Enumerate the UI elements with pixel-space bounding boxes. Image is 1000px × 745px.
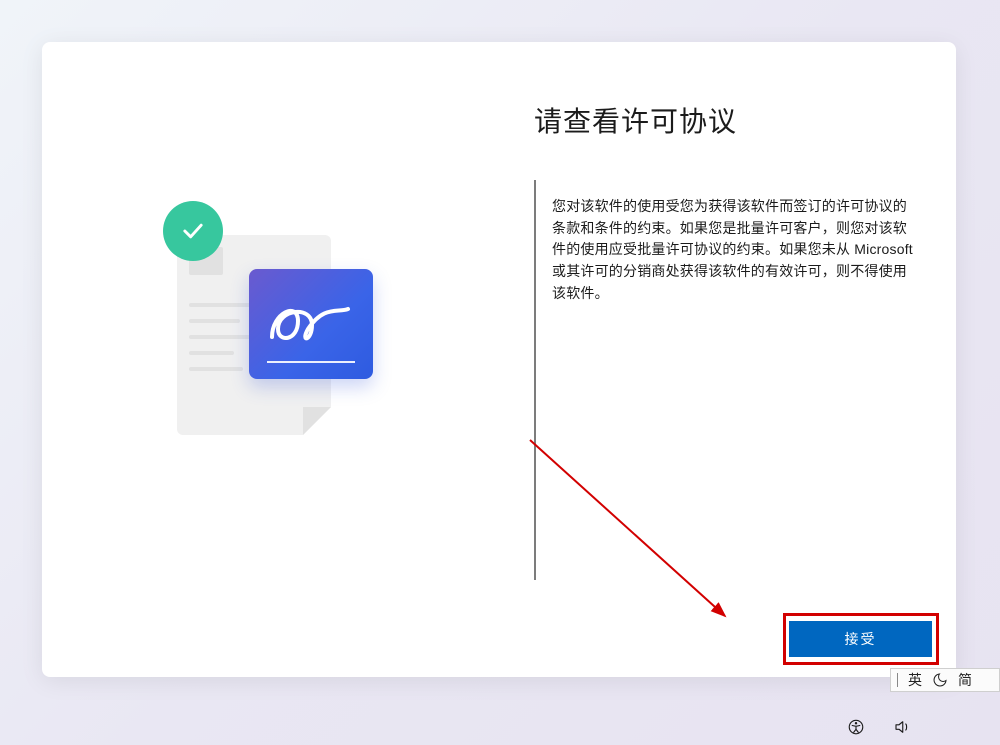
accept-button[interactable]: 接受: [789, 621, 932, 657]
illustration-panel: [42, 42, 518, 677]
license-text-box[interactable]: 您对该软件的使用受您为获得该软件而签订的许可协议的条款和条件的约束。如果您是批量…: [534, 180, 932, 580]
license-dialog: 请查看许可协议 您对该软件的使用受您为获得该软件而签订的许可协议的条款和条件的约…: [42, 42, 956, 677]
moon-icon[interactable]: [932, 672, 948, 688]
page-title: 请查看许可协议: [534, 100, 932, 140]
content-panel: 请查看许可协议 您对该软件的使用受您为获得该软件而签订的许可协议的条款和条件的约…: [518, 42, 956, 677]
license-text: 您对该软件的使用受您为获得该软件而签订的许可协议的条款和条件的约束。如果您是批量…: [552, 196, 914, 304]
ime-bar[interactable]: 英 简: [890, 668, 1000, 692]
signature-card-icon: [249, 269, 373, 379]
checkmark-badge-icon: [163, 201, 223, 261]
license-illustration: [165, 205, 395, 435]
volume-icon[interactable]: [893, 718, 911, 736]
ime-mode[interactable]: 简: [958, 670, 972, 690]
taskbar-status-icons: [847, 718, 911, 736]
signature-icon: [266, 299, 356, 349]
ime-lang[interactable]: 英: [908, 670, 922, 690]
accessibility-icon[interactable]: [847, 718, 865, 736]
